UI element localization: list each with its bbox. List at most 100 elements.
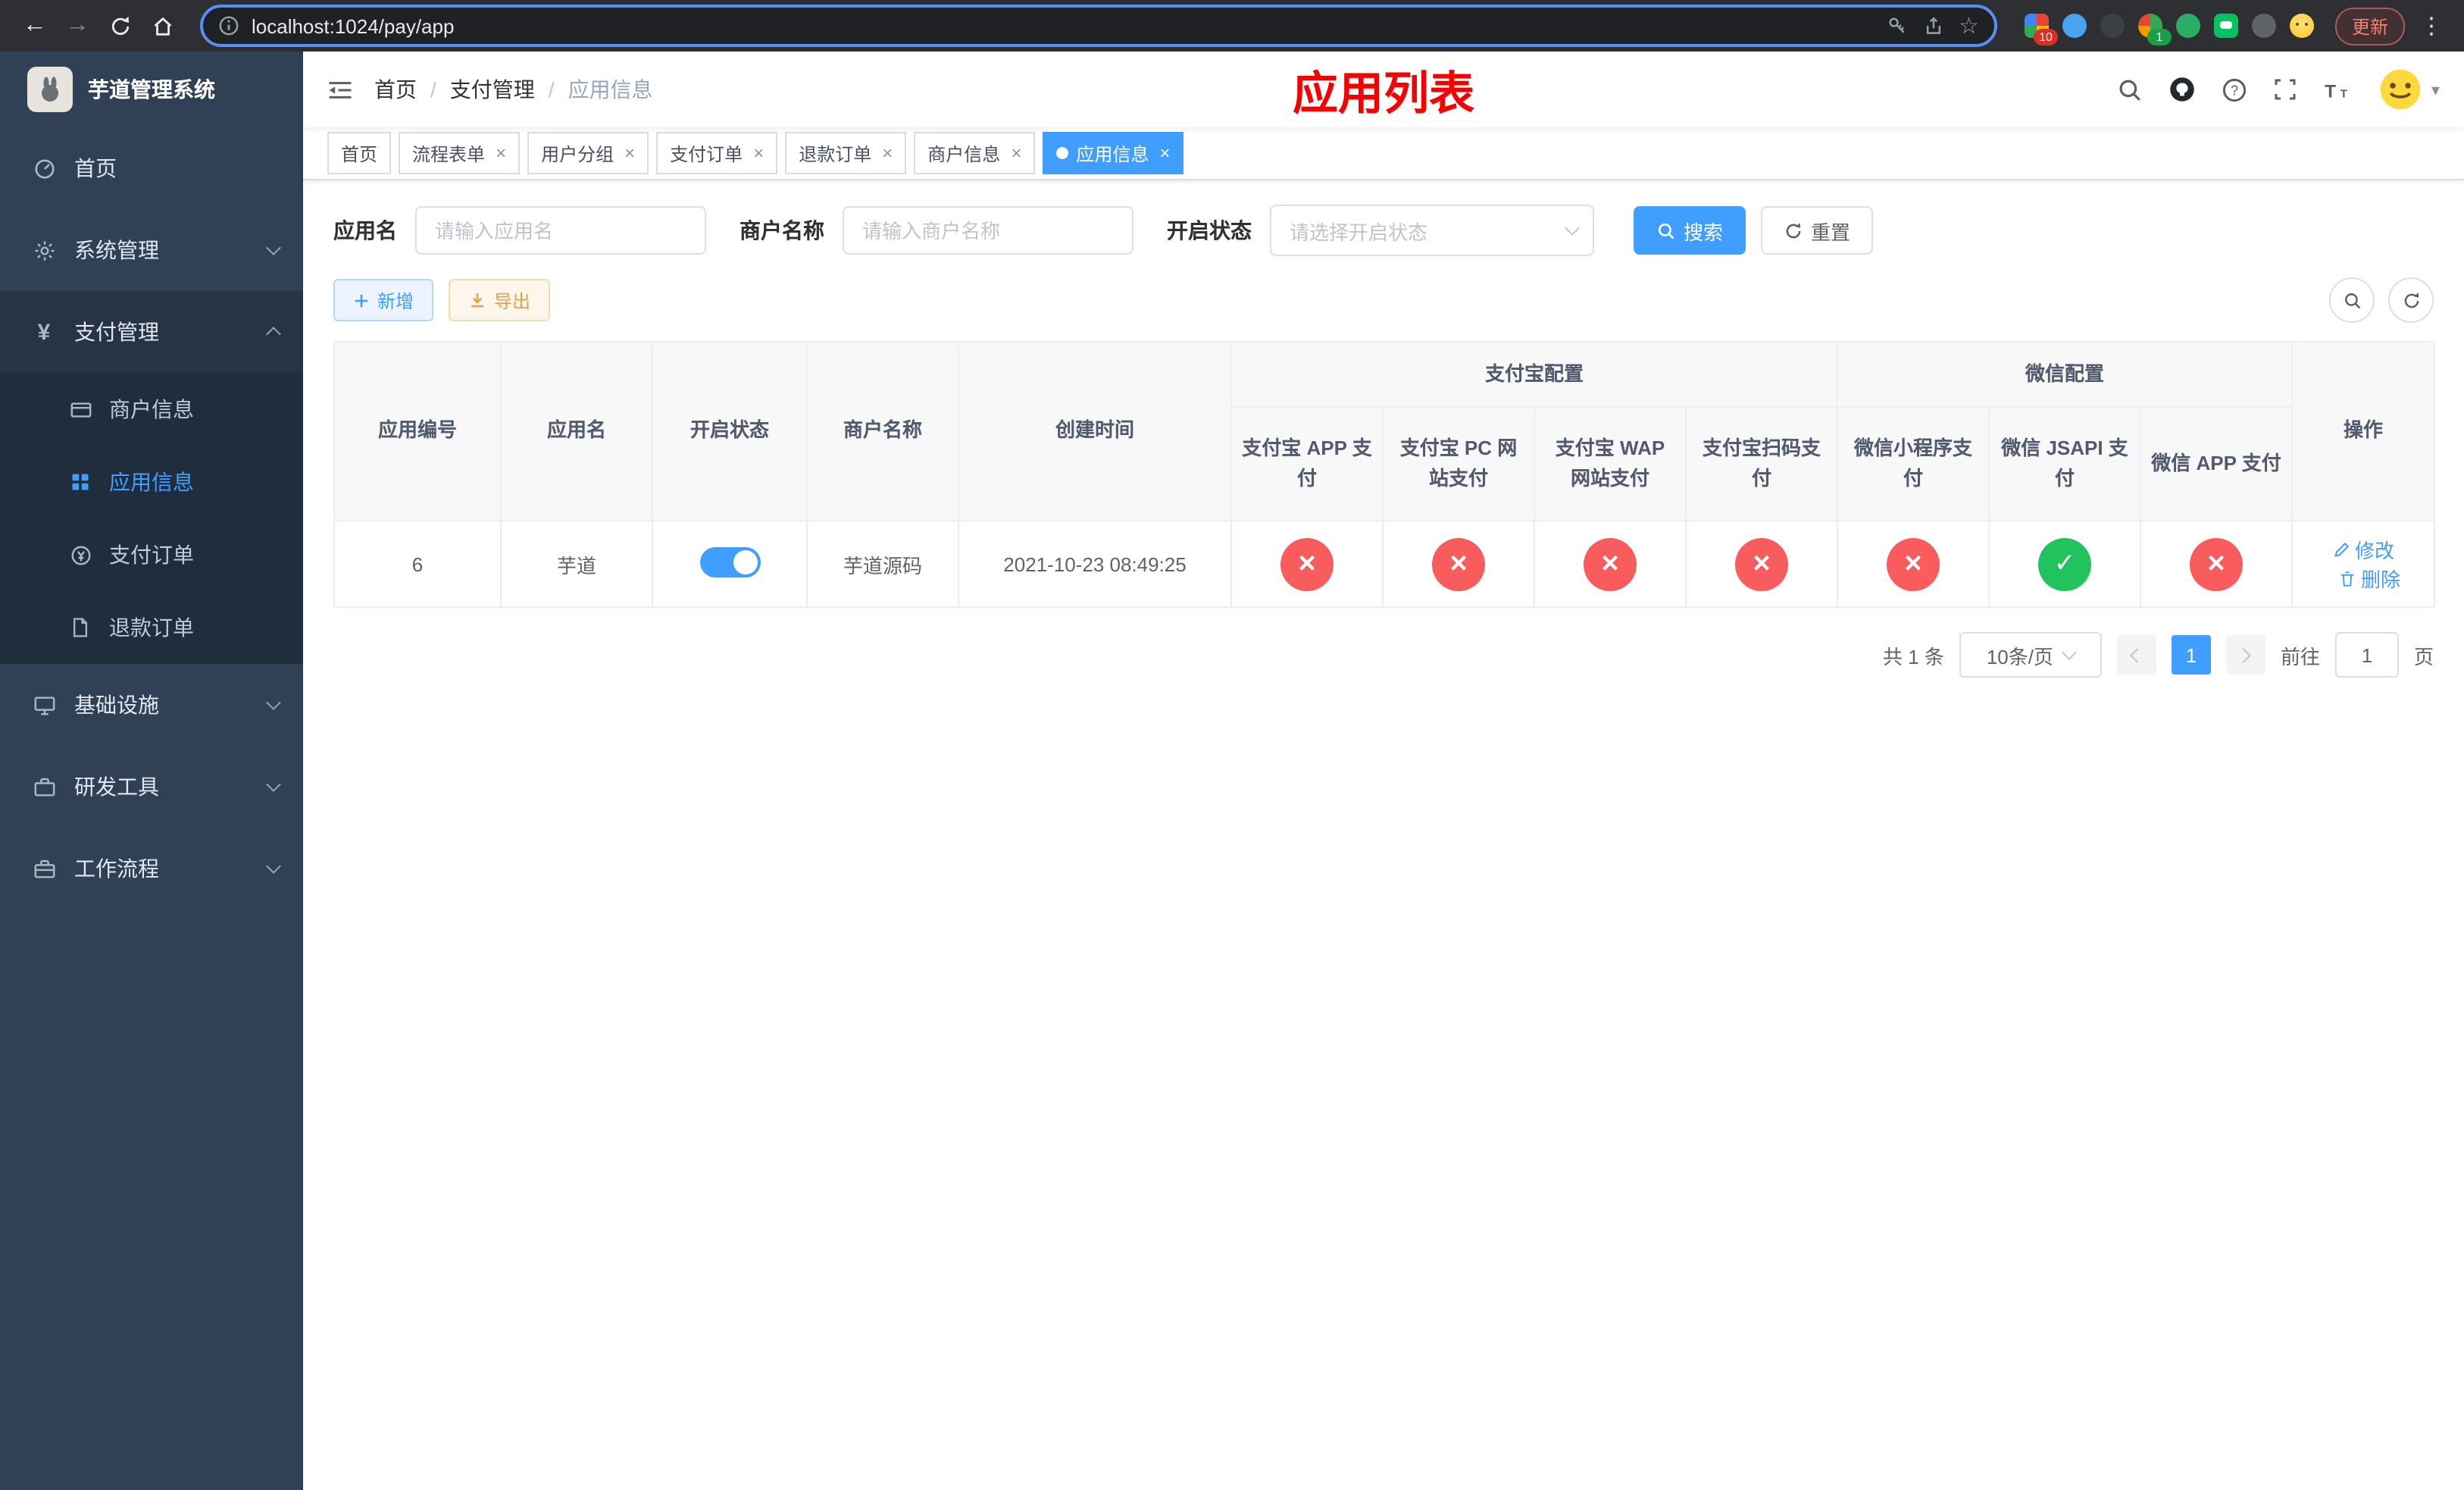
tag-home[interactable]: 首页: [327, 132, 392, 174]
refresh-icon[interactable]: [100, 6, 139, 45]
close-icon[interactable]: ×: [1011, 142, 1021, 164]
sidebar-item-label: 商户信息: [109, 397, 194, 421]
tag-process-form[interactable]: 流程表单 ×: [399, 132, 521, 174]
app-title: 芋道管理系统: [88, 77, 215, 102]
col-app-id: 应用编号: [333, 341, 502, 521]
dark-extension-icon[interactable]: [2100, 14, 2125, 38]
tab-manager-extension-icon[interactable]: 10: [2024, 14, 2058, 45]
prev-page-button[interactable]: [2116, 635, 2156, 675]
multi-extension-icon[interactable]: 1: [2137, 14, 2172, 45]
forward-icon[interactable]: →: [58, 6, 97, 45]
sidebar-item-workflow[interactable]: 工作流程: [0, 828, 303, 909]
home-icon[interactable]: [142, 6, 182, 45]
toggle-search-button[interactable]: [2329, 277, 2375, 323]
pagination: 共 1 条 10条/页 1 前往 页: [333, 632, 2434, 678]
tag-label: 商户信息: [927, 143, 1001, 164]
app-logo-row[interactable]: 芋道管理系统: [0, 52, 303, 127]
chrome-update-button[interactable]: 更新: [2334, 7, 2405, 45]
url-text[interactable]: localhost:1024/pay/app: [252, 14, 1871, 37]
delete-link[interactable]: 删除: [2338, 564, 2400, 593]
close-icon[interactable]: ×: [753, 142, 764, 164]
chat-extension-icon[interactable]: [2213, 14, 2238, 38]
browser-menu-icon[interactable]: ⋮: [2414, 12, 2449, 39]
extensions-puzzle-icon[interactable]: [2251, 14, 2276, 38]
sidebar-item-app-info[interactable]: 应用信息: [0, 446, 303, 518]
add-button-label: 新增: [377, 290, 414, 311]
status-select[interactable]: 请选择开启状态: [1270, 205, 1594, 256]
dashboard-icon: [30, 157, 58, 180]
sidebar-fold-icon[interactable]: [327, 78, 353, 101]
goto-page-input[interactable]: [2334, 632, 2399, 678]
payment-submenu: 商户信息 应用信息 支付订单 退款订单: [0, 373, 303, 664]
profile-avatar-icon[interactable]: [2289, 14, 2314, 38]
address-bar[interactable]: localhost:1024/pay/app ☆: [200, 5, 1997, 47]
sidebar-item-label: 系统管理: [74, 238, 159, 262]
tag-label: 应用信息: [1076, 143, 1149, 164]
sidebar-item-label: 工作流程: [74, 856, 159, 881]
password-key-icon[interactable]: [1886, 15, 1907, 36]
edit-link[interactable]: 修改: [2332, 535, 2394, 564]
wx-app-disabled-icon: ×: [2190, 537, 2244, 590]
tags-view: 首页 流程表单 × 用户分组 × 支付订单 × 退款订单 × 商户信息 × 应用信息 ×: [303, 127, 2464, 180]
user-avatar: [2378, 67, 2424, 112]
search-button[interactable]: 搜索: [1634, 206, 1746, 255]
back-icon[interactable]: ←: [15, 6, 55, 45]
col-status: 开启状态: [652, 341, 808, 521]
page-size-select[interactable]: 10条/页: [1959, 632, 2102, 678]
breadcrumb-home[interactable]: 首页: [374, 74, 417, 105]
top-navbar: 首页 / 支付管理 / 应用信息 应用列表 ? T T ▾: [303, 52, 2464, 127]
github-icon[interactable]: [2169, 76, 2197, 103]
export-button-label: 导出: [494, 290, 531, 311]
merchant-name-input[interactable]: [843, 206, 1134, 255]
next-page-button[interactable]: [2225, 635, 2265, 675]
add-button[interactable]: 新增: [333, 279, 434, 321]
reset-button[interactable]: 重置: [1761, 206, 1874, 255]
sidebar-item-home[interactable]: 首页: [0, 127, 303, 209]
app-name-input[interactable]: [415, 206, 706, 255]
drop-extension-icon[interactable]: [2062, 14, 2087, 38]
sidebar-item-infra[interactable]: 基础设施: [0, 664, 303, 746]
font-size-icon[interactable]: TT: [2324, 78, 2353, 101]
refresh-table-button[interactable]: [2388, 277, 2434, 323]
close-icon[interactable]: ×: [1159, 142, 1170, 164]
help-icon[interactable]: ?: [2222, 77, 2248, 102]
edit-link-label: 修改: [2355, 540, 2395, 562]
sidebar-item-system[interactable]: 系统管理: [0, 209, 303, 291]
page-size-value: 10条/页: [1986, 645, 2053, 668]
sidebar-item-merchant-info[interactable]: 商户信息: [0, 373, 303, 446]
col-wx-jsapi: 微信 JSAPI 支付: [1988, 406, 2142, 521]
alipay-pc-disabled-icon: ×: [1432, 537, 1485, 590]
document-icon: [67, 617, 94, 638]
yen-icon: ¥: [37, 319, 51, 345]
bookmark-star-icon[interactable]: ☆: [1959, 12, 1979, 39]
breadcrumb-payment[interactable]: 支付管理: [450, 74, 535, 105]
search-icon[interactable]: [2118, 77, 2143, 102]
page-1-button[interactable]: 1: [2171, 635, 2211, 675]
status-switch[interactable]: [699, 546, 760, 577]
green-extension-icon[interactable]: [2175, 14, 2200, 38]
tag-user-group[interactable]: 用户分组 ×: [527, 132, 649, 174]
sidebar-item-dev-tools[interactable]: 研发工具: [0, 746, 303, 828]
user-menu[interactable]: ▾: [2378, 67, 2440, 112]
sidebar-item-label: 退款订单: [109, 615, 194, 640]
sidebar-item-pay-order[interactable]: 支付订单: [0, 518, 303, 591]
tag-merchant-info[interactable]: 商户信息 ×: [914, 132, 1036, 174]
tag-app-info[interactable]: 应用信息 ×: [1043, 132, 1184, 174]
wx-lite-disabled-icon: ×: [1887, 537, 1940, 590]
site-info-icon[interactable]: [218, 15, 239, 36]
credit-card-icon: [67, 398, 94, 421]
fullscreen-icon[interactable]: [2274, 77, 2298, 102]
export-button[interactable]: 导出: [449, 279, 551, 321]
tag-label: 用户分组: [541, 143, 614, 164]
share-icon[interactable]: [1922, 15, 1943, 36]
sidebar-item-payment[interactable]: ¥ 支付管理: [0, 291, 303, 373]
total-count: 共 1 条: [1883, 645, 1944, 668]
tag-pay-order[interactable]: 支付订单 ×: [656, 132, 778, 174]
sidebar-item-refund-order[interactable]: 退款订单: [0, 591, 303, 664]
extension-badge: 1: [2147, 29, 2172, 45]
close-icon[interactable]: ×: [882, 142, 893, 164]
tag-refund-order[interactable]: 退款订单 ×: [785, 132, 907, 174]
close-icon[interactable]: ×: [496, 142, 506, 164]
breadcrumb-current: 应用信息: [568, 77, 653, 102]
close-icon[interactable]: ×: [624, 142, 635, 164]
